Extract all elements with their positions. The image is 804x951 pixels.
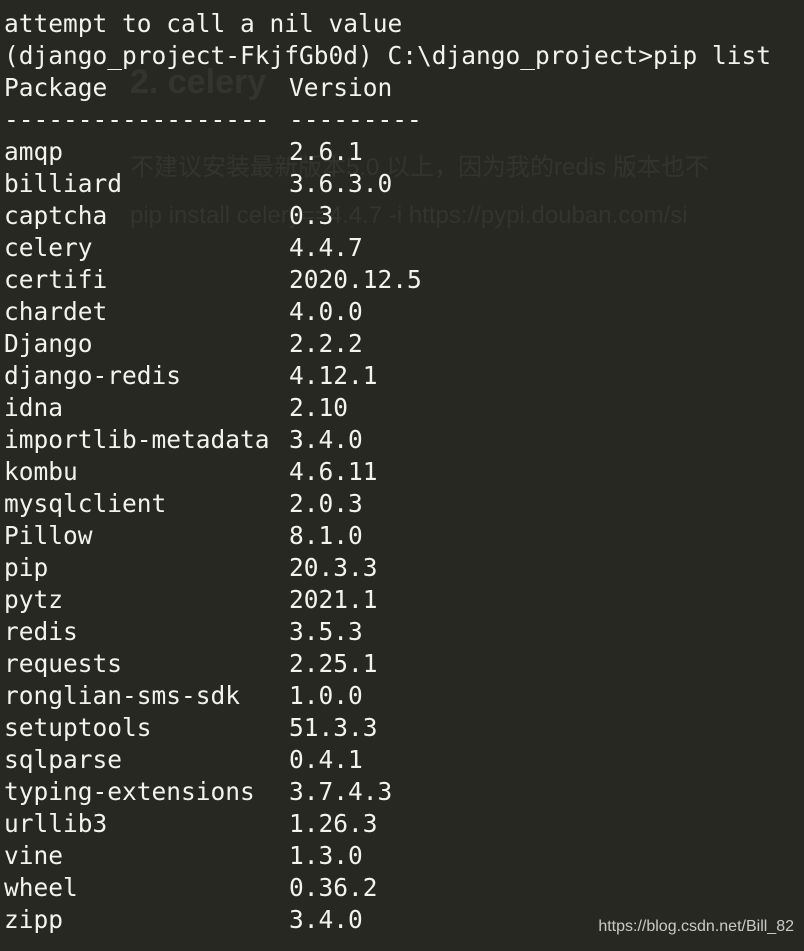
separator-version: --------- (289, 105, 422, 134)
table-separator: ------------------ --------- (4, 104, 804, 136)
watermark: https://blog.csdn.net/Bill_82 (598, 918, 794, 935)
table-row: pip 20.3.3 (4, 552, 804, 584)
package-name: zipp (4, 905, 64, 934)
package-version: 3.4.0 (289, 425, 363, 454)
package-name: requests (4, 649, 123, 678)
package-version: 1.26.3 (289, 809, 378, 838)
package-name: django-redis (4, 361, 182, 390)
package-version: 4.12.1 (289, 361, 378, 390)
table-row: setuptools 51.3.3 (4, 712, 804, 744)
package-name: celery (4, 233, 93, 262)
table-row: django-redis 4.12.1 (4, 360, 804, 392)
package-name: chardet (4, 297, 108, 326)
package-version: 2.2.2 (289, 329, 363, 358)
table-row: Django 2.2.2 (4, 328, 804, 360)
package-version: 1.3.0 (289, 841, 363, 870)
package-name: importlib-metadata (4, 425, 270, 454)
package-version: 2021.1 (289, 585, 378, 614)
package-version: 0.3 (289, 201, 334, 230)
package-version: 2.10 (289, 393, 349, 422)
header-package: Package (4, 73, 108, 102)
package-name: wheel (4, 873, 78, 902)
package-list: amqp 2.6.1 billiard 3.6.3.0 captcha 0.3 celery… (4, 136, 804, 936)
package-version: 2.0.3 (289, 489, 363, 518)
terminal-window[interactable]: 2. celery 不建议安装最新版本5.0 以上，因为我的redis 版本也不… (0, 0, 804, 951)
package-version: 0.36.2 (289, 873, 378, 902)
package-name: urllib3 (4, 809, 108, 838)
table-row: captcha 0.3 (4, 200, 804, 232)
error-line: attempt to call a nil value (4, 9, 403, 38)
package-name: sqlparse (4, 745, 123, 774)
command-prompt: (django_project-FkjfGb0d) C:\django_proj… (4, 41, 772, 70)
table-row: amqp 2.6.1 (4, 136, 804, 168)
package-name: mysqlclient (4, 489, 167, 518)
table-row: mysqlclient 2.0.3 (4, 488, 804, 520)
package-name: kombu (4, 457, 78, 486)
package-version: 8.1.0 (289, 521, 363, 550)
table-row: ronglian-sms-sdk 1.0.0 (4, 680, 804, 712)
table-row: urllib3 1.26.3 (4, 808, 804, 840)
table-row: requests 2.25.1 (4, 648, 804, 680)
terminal-output: attempt to call a nil value (django_proj… (4, 8, 804, 936)
package-version: 2.25.1 (289, 649, 378, 678)
package-name: idna (4, 393, 64, 422)
table-row: wheel 0.36.2 (4, 872, 804, 904)
package-name: setuptools (4, 713, 152, 742)
package-name: captcha (4, 201, 108, 230)
package-name: pip (4, 553, 49, 582)
table-row: kombu 4.6.11 (4, 456, 804, 488)
package-version: 4.4.7 (289, 233, 363, 262)
package-version: 3.5.3 (289, 617, 363, 646)
package-version: 3.4.0 (289, 905, 363, 934)
table-row: pytz 2021.1 (4, 584, 804, 616)
table-row: chardet 4.0.0 (4, 296, 804, 328)
package-version: 4.0.0 (289, 297, 363, 326)
header-version: Version (289, 73, 393, 102)
package-version: 2020.12.5 (289, 265, 422, 294)
table-header: Package Version (4, 72, 804, 104)
package-version: 20.3.3 (289, 553, 378, 582)
separator-package: ------------------ (4, 105, 270, 134)
package-version: 51.3.3 (289, 713, 378, 742)
package-name: certifi (4, 265, 108, 294)
package-name: amqp (4, 137, 64, 166)
package-version: 3.7.4.3 (289, 777, 393, 806)
package-name: typing-extensions (4, 777, 255, 806)
package-name: redis (4, 617, 78, 646)
package-version: 2.6.1 (289, 137, 363, 166)
table-row: Pillow 8.1.0 (4, 520, 804, 552)
table-row: celery 4.4.7 (4, 232, 804, 264)
table-row: certifi 2020.12.5 (4, 264, 804, 296)
table-row: redis 3.5.3 (4, 616, 804, 648)
package-name: ronglian-sms-sdk (4, 681, 241, 710)
package-name: Pillow (4, 521, 93, 550)
table-row: billiard 3.6.3.0 (4, 168, 804, 200)
package-version: 0.4.1 (289, 745, 363, 774)
package-name: vine (4, 841, 64, 870)
table-row: typing-extensions 3.7.4.3 (4, 776, 804, 808)
table-row: importlib-metadata 3.4.0 (4, 424, 804, 456)
package-name: pytz (4, 585, 64, 614)
package-version: 3.6.3.0 (289, 169, 393, 198)
table-row: vine 1.3.0 (4, 840, 804, 872)
package-name: Django (4, 329, 93, 358)
package-version: 4.6.11 (289, 457, 378, 486)
table-row: idna 2.10 (4, 392, 804, 424)
package-version: 1.0.0 (289, 681, 363, 710)
table-row: sqlparse 0.4.1 (4, 744, 804, 776)
package-name: billiard (4, 169, 123, 198)
